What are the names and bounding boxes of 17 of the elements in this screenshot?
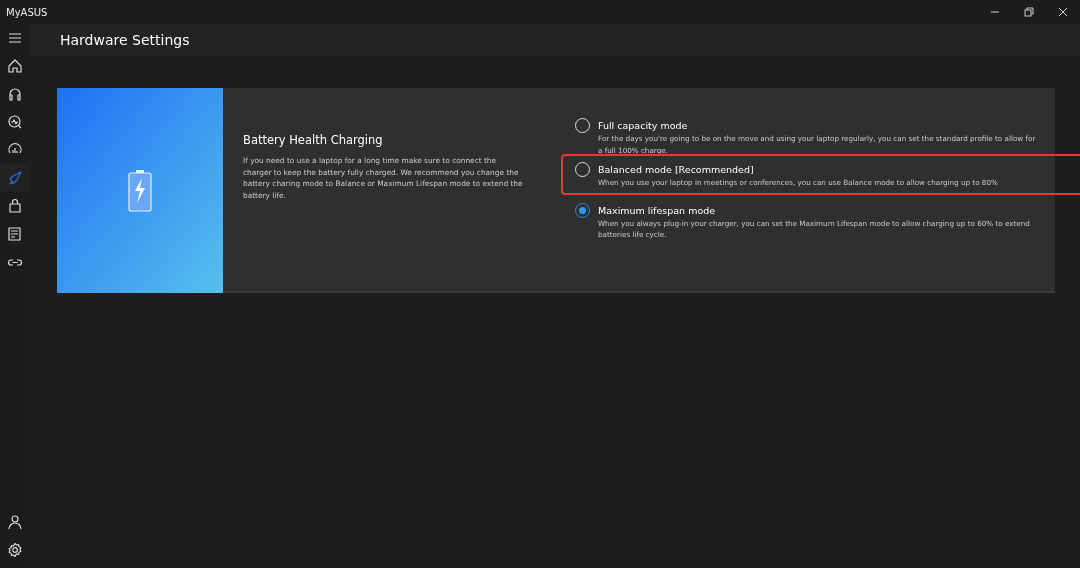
user-icon xyxy=(7,514,23,530)
restore-icon xyxy=(1024,7,1034,17)
bag-icon xyxy=(7,198,23,214)
option-label: Full capacity mode xyxy=(598,119,689,133)
magnifier-icon xyxy=(7,114,23,130)
window-title: MyASUS xyxy=(5,5,48,20)
menu-icon xyxy=(8,33,22,43)
section-title: Battery Health Charging xyxy=(243,132,384,149)
close-icon xyxy=(1058,7,1068,17)
page-title: Hardware Settings xyxy=(60,30,190,50)
rocket-icon xyxy=(7,170,23,186)
option-label: Maximum lifespan mode xyxy=(598,203,717,218)
settings-icon xyxy=(7,542,23,558)
option-label: Balanced mode [Recommended] xyxy=(598,163,755,177)
home-icon xyxy=(7,58,23,74)
headset-icon xyxy=(7,86,23,102)
document-icon xyxy=(7,226,23,242)
